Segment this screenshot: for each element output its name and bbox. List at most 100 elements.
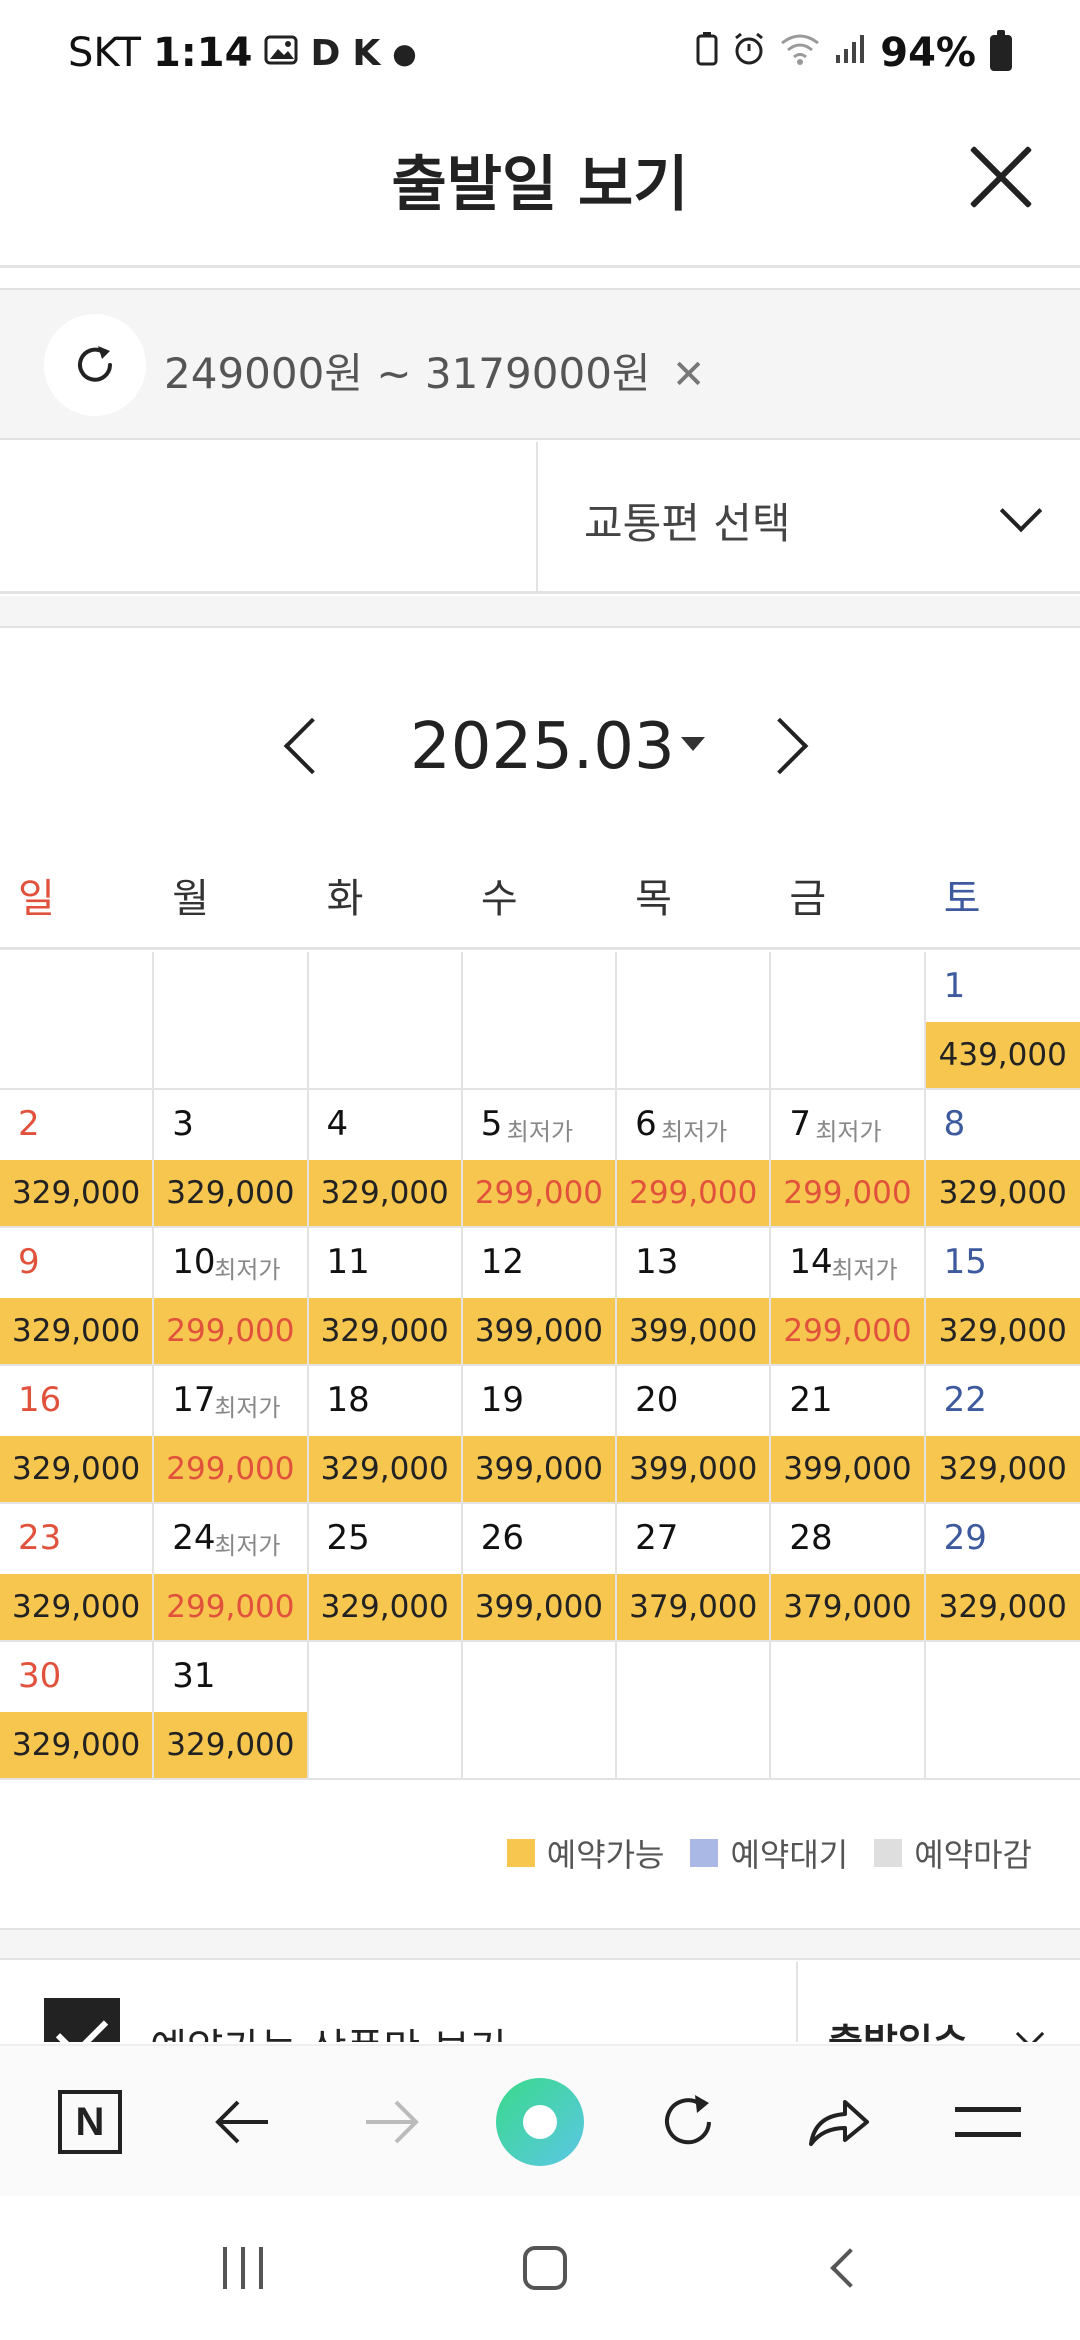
day-price: 329,000 bbox=[925, 1574, 1080, 1640]
day-number: 6 bbox=[635, 1104, 657, 1144]
battery-saver-icon bbox=[696, 31, 718, 75]
price-filter-bar: 249000원 ~ 3179000원 ✕ bbox=[0, 288, 1080, 440]
calendar-day-cell[interactable]: 5 최저가 299,000 bbox=[462, 1090, 618, 1226]
calendar-day-cell[interactable]: 30 329,000 bbox=[0, 1642, 155, 1778]
day-price: 299,000 bbox=[462, 1160, 616, 1226]
calendar-day-cell[interactable]: 24 최저가 299,000 bbox=[154, 1504, 309, 1640]
calendar-day-cell[interactable]: 3 329,000 bbox=[154, 1090, 309, 1226]
recents-button[interactable] bbox=[198, 2232, 288, 2304]
day-price: 329,000 bbox=[925, 1298, 1080, 1364]
share-button[interactable] bbox=[792, 2076, 884, 2168]
calendar-day-cell[interactable]: 29 329,000 bbox=[925, 1504, 1080, 1640]
departure-days-select[interactable]: 출발일수 bbox=[796, 1962, 1080, 2042]
calendar-day-cell[interactable]: 14 최저가 299,000 bbox=[771, 1228, 926, 1364]
calendar-day-cell[interactable]: 4 329,000 bbox=[308, 1090, 463, 1226]
options-row: 예약가능 상품만 보기 출발일수 bbox=[0, 1962, 1080, 2042]
recents-icon bbox=[223, 2247, 263, 2289]
calendar-day-cell[interactable]: 28 379,000 bbox=[771, 1504, 926, 1640]
calendar-day-cell[interactable]: 9 329,000 bbox=[0, 1228, 155, 1364]
transport-select[interactable]: 교통편 선택 bbox=[540, 442, 1080, 592]
browser-forward-button[interactable] bbox=[346, 2076, 438, 2168]
calendar-day-cell[interactable]: 22 329,000 bbox=[925, 1366, 1080, 1502]
month-selector[interactable]: 2025.03 bbox=[410, 710, 705, 784]
weekday-fri: 금 bbox=[789, 876, 827, 922]
day-price: 329,000 bbox=[154, 1712, 307, 1778]
calendar-day-cell[interactable]: 8 329,000 bbox=[925, 1090, 1080, 1226]
calendar-day-cell[interactable]: 7 최저가 299,000 bbox=[771, 1090, 926, 1226]
day-price: 299,000 bbox=[771, 1298, 924, 1364]
calendar-day-cell[interactable]: 12 399,000 bbox=[462, 1228, 618, 1364]
calendar-day-cell[interactable]: 31 329,000 bbox=[154, 1642, 309, 1778]
forward-arrow-icon bbox=[366, 2100, 419, 2144]
browser-back-button[interactable] bbox=[196, 2076, 288, 2168]
day-number: 30 bbox=[18, 1656, 62, 1696]
weekday-tue: 화 bbox=[326, 876, 364, 922]
day-number: 14 bbox=[789, 1242, 833, 1282]
calendar-day-cell[interactable]: 17 최저가 299,000 bbox=[154, 1366, 309, 1502]
naver-home-button[interactable]: N bbox=[44, 2076, 136, 2168]
day-number: 27 bbox=[635, 1518, 679, 1558]
day-price: 329,000 bbox=[154, 1160, 307, 1226]
available-only-checkbox[interactable] bbox=[44, 1998, 120, 2042]
calendar-empty-cell bbox=[309, 952, 463, 1088]
calendar-day-cell[interactable]: 20 399,000 bbox=[617, 1366, 772, 1502]
day-number: 7 bbox=[789, 1104, 811, 1144]
calendar-day-cell[interactable]: 10 최저가 299,000 bbox=[154, 1228, 309, 1364]
calendar-empty-cell bbox=[463, 1642, 618, 1778]
next-month-button[interactable] bbox=[760, 718, 820, 778]
day-price: 329,000 bbox=[0, 1160, 153, 1226]
calendar-empty-cell bbox=[617, 952, 772, 1088]
browser-toolbar: N bbox=[0, 2044, 1080, 2196]
calendar-day-cell[interactable]: 21 399,000 bbox=[771, 1366, 926, 1502]
reload-button[interactable] bbox=[642, 2076, 734, 2168]
price-range-chip[interactable]: 249000원 ~ 3179000원 ✕ bbox=[164, 340, 705, 401]
status-right: 94% bbox=[696, 30, 1012, 76]
back-icon bbox=[830, 2248, 870, 2288]
legend-swatch-available bbox=[506, 1839, 535, 1867]
calendar-week-row: 9 329,000 10 최저가 299,000 11 329,000 12 399,000 13… bbox=[0, 1228, 1080, 1366]
reset-filter-button[interactable] bbox=[44, 314, 146, 416]
calendar-day-cell[interactable]: 11 329,000 bbox=[308, 1228, 463, 1364]
calendar-empty-cell bbox=[154, 952, 309, 1088]
calendar-day-cell[interactable]: 19 399,000 bbox=[462, 1366, 618, 1502]
day-number: 9 bbox=[18, 1242, 40, 1282]
calendar-day-cell[interactable]: 16 329,000 bbox=[0, 1366, 155, 1502]
green-dot-button[interactable] bbox=[494, 2076, 586, 2168]
calendar-day-cell[interactable]: 25 329,000 bbox=[308, 1504, 463, 1640]
menu-button[interactable] bbox=[942, 2076, 1034, 2168]
d-icon: D bbox=[310, 32, 341, 74]
legend-swatch-waiting bbox=[690, 1839, 719, 1867]
dot-icon: ● bbox=[392, 36, 417, 70]
page-header: 출발일 보기 bbox=[0, 110, 1080, 268]
day-number: 31 bbox=[172, 1656, 216, 1696]
weekday-sun: 일 bbox=[18, 876, 55, 922]
day-number: 3 bbox=[172, 1104, 194, 1144]
day-number: 2 bbox=[18, 1104, 40, 1144]
calendar-day-cell[interactable]: 1 439,000 bbox=[925, 952, 1080, 1088]
day-price: 439,000 bbox=[925, 1022, 1080, 1088]
day-number: 4 bbox=[326, 1104, 349, 1144]
day-number: 19 bbox=[480, 1380, 525, 1420]
calendar-day-cell[interactable]: 18 329,000 bbox=[308, 1366, 463, 1502]
back-button[interactable] bbox=[800, 2232, 890, 2304]
calendar-day-cell[interactable]: 15 329,000 bbox=[925, 1228, 1080, 1364]
day-number: 1 bbox=[943, 966, 966, 1006]
home-button[interactable] bbox=[500, 2232, 590, 2304]
chevron-down-icon bbox=[1015, 2019, 1045, 2042]
price-range-text: 249000원 ~ 3179000원 bbox=[164, 349, 651, 398]
home-icon bbox=[523, 2246, 567, 2290]
calendar-day-cell[interactable]: 13 399,000 bbox=[617, 1228, 772, 1364]
section-divider bbox=[0, 1928, 1080, 1960]
remove-filter-icon[interactable]: ✕ bbox=[672, 352, 706, 398]
app-notification-icon: K bbox=[352, 32, 381, 74]
day-price: 329,000 bbox=[925, 1436, 1080, 1502]
calendar-day-cell[interactable]: 6 최저가 299,000 bbox=[617, 1090, 772, 1226]
calendar-day-cell[interactable]: 2 329,000 bbox=[0, 1090, 155, 1226]
naver-n-icon: N bbox=[58, 2090, 122, 2154]
calendar-day-cell[interactable]: 26 399,000 bbox=[462, 1504, 618, 1640]
day-price: 399,000 bbox=[462, 1436, 616, 1502]
prev-month-button[interactable] bbox=[272, 718, 332, 778]
calendar-day-cell[interactable]: 27 379,000 bbox=[617, 1504, 772, 1640]
close-icon[interactable] bbox=[964, 140, 1038, 214]
calendar-day-cell[interactable]: 23 329,000 bbox=[0, 1504, 155, 1640]
